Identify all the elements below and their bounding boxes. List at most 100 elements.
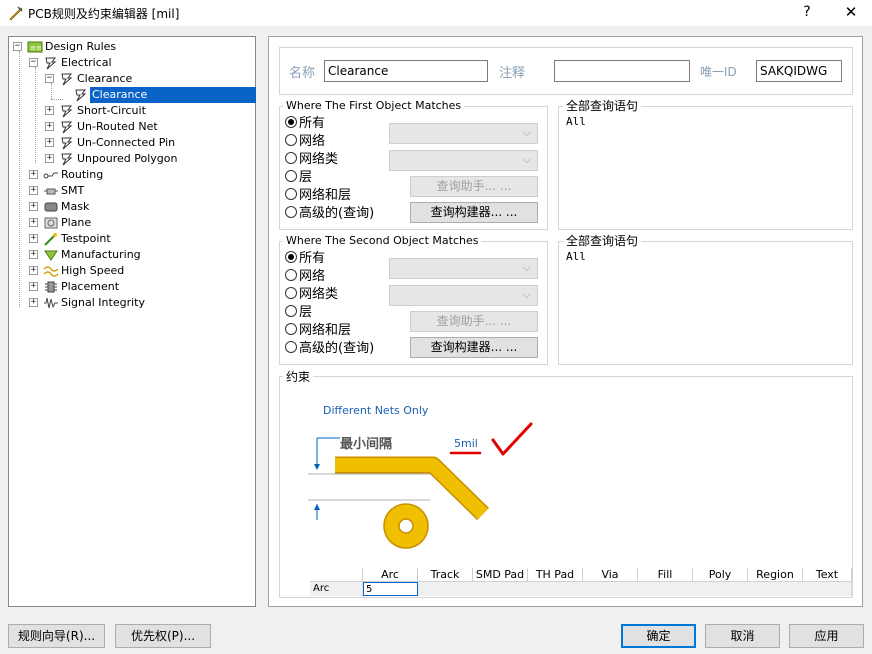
clearance-matrix[interactable]: Arc Track SMD Pad TH Pad Via Fill Poly R… [310, 568, 852, 596]
radio-checked-icon [285, 251, 297, 263]
collapse-icon[interactable]: − [45, 74, 54, 83]
radio-icon [285, 269, 297, 281]
second-match-title: Where The Second Object Matches [283, 234, 482, 247]
tree-label: Testpoint [61, 232, 111, 245]
second-radio-net-and-layer[interactable]: 网络和层 [285, 322, 351, 340]
priorities-button[interactable]: 优先权(P)... [115, 624, 211, 648]
min-clearance-label: 最小间隔 [340, 437, 393, 452]
first-query-builder-button[interactable]: 查询构建器... ... [410, 202, 538, 223]
unique-id-field[interactable]: SAKQIDWG [756, 60, 842, 82]
first-radio-net-class[interactable]: 网络类 [285, 151, 338, 169]
second-query-text: All [566, 250, 586, 263]
expand-icon[interactable]: + [29, 266, 38, 275]
unrouted-net-icon [59, 120, 75, 134]
first-net-class-combo[interactable]: ⌵ [389, 150, 538, 171]
radio-icon [285, 206, 297, 218]
expand-icon[interactable]: + [45, 122, 54, 131]
grid-header-th-pad: TH Pad [528, 568, 583, 582]
grid-header-poly: Poly [693, 568, 748, 582]
tree-label: Routing [61, 168, 104, 181]
collapse-icon[interactable]: − [13, 42, 22, 51]
tree-label: Placement [61, 280, 120, 293]
short-circuit-icon [59, 104, 75, 118]
first-radio-all[interactable]: 所有 [285, 115, 325, 133]
radio-icon [285, 134, 297, 146]
expand-icon[interactable]: + [29, 234, 38, 243]
second-radio-net-class[interactable]: 网络类 [285, 286, 338, 304]
second-query-helper-button[interactable]: 查询助手... ... [410, 311, 538, 332]
grid-header-region: Region [748, 568, 803, 582]
collapse-icon[interactable]: − [29, 58, 38, 67]
second-radio-all[interactable]: 所有 [285, 250, 325, 268]
first-radio-net-and-layer[interactable]: 网络和层 [285, 187, 351, 205]
tree-label: Manufacturing [61, 248, 141, 261]
expand-icon[interactable]: + [29, 282, 38, 291]
second-net-combo[interactable]: ⌵ [389, 258, 538, 279]
clearance-icon [59, 72, 75, 86]
rule-tree[interactable]: − ≡≡ Design Rules − Electrical − Clearan… [8, 36, 256, 607]
rule-wizard-button[interactable]: 规则向导(R)... [8, 624, 105, 648]
expand-icon[interactable]: + [29, 218, 38, 227]
expand-icon[interactable]: + [45, 154, 54, 163]
first-radio-net[interactable]: 网络 [285, 133, 325, 151]
radio-icon [285, 305, 297, 317]
second-radio-advanced[interactable]: 高级的(查询) [285, 340, 374, 358]
grid-row-label: Arc [310, 582, 363, 596]
radio-icon [285, 188, 297, 200]
radio-icon [285, 287, 297, 299]
tree-label: Electrical [61, 56, 112, 69]
window-title: PCB规则及约束编辑器 [mil] [28, 7, 180, 21]
tree-label: Unpoured Polygon [77, 152, 178, 165]
cancel-button[interactable]: 取消 [705, 624, 780, 648]
second-radio-net[interactable]: 网络 [285, 268, 325, 286]
expand-icon[interactable]: + [29, 250, 38, 259]
second-radio-layer[interactable]: 层 [285, 304, 312, 322]
chevron-down-icon: ⌵ [522, 153, 531, 166]
expand-icon[interactable]: + [45, 138, 54, 147]
tree-label: SMT [61, 184, 85, 197]
expand-icon[interactable]: + [29, 202, 38, 211]
first-net-combo[interactable]: ⌵ [389, 123, 538, 144]
grid-cell-arc-arc[interactable]: 5 [363, 582, 418, 596]
second-query-title: 全部查询语句 [563, 232, 642, 249]
help-button[interactable]: ? [796, 2, 818, 22]
expand-icon[interactable]: + [29, 298, 38, 307]
grid-header-text: Text [803, 568, 852, 582]
tree-label: Clearance [77, 72, 133, 85]
app-icon [8, 5, 24, 21]
first-radio-advanced[interactable]: 高级的(查询) [285, 205, 374, 223]
title-bar: PCB规则及约束编辑器 [mil] ? ✕ [0, 0, 872, 26]
second-query-builder-button[interactable]: 查询构建器... ... [410, 337, 538, 358]
first-radio-layer[interactable]: 层 [285, 169, 312, 187]
tree-label: Un-Routed Net [77, 120, 158, 133]
name-label: 名称 [289, 66, 316, 81]
expand-icon[interactable]: + [29, 186, 38, 195]
tree-label: Mask [61, 200, 90, 213]
min-clearance-value[interactable]: 5mil [454, 437, 478, 450]
expand-icon[interactable]: + [45, 106, 54, 115]
chevron-down-icon: ⌵ [522, 288, 531, 301]
grid-row-empty [418, 582, 852, 596]
grid-header-track: Track [418, 568, 473, 582]
second-net-class-combo[interactable]: ⌵ [389, 285, 538, 306]
unique-id-label: 唯一ID [700, 65, 737, 79]
unconnected-pin-icon [59, 136, 75, 150]
tree-label: Design Rules [45, 40, 117, 53]
high-speed-icon [43, 264, 59, 278]
name-field[interactable]: Clearance [324, 60, 488, 82]
manufacturing-icon [43, 248, 59, 262]
radio-icon [285, 170, 297, 182]
ok-button[interactable]: 确定 [621, 624, 696, 648]
second-query-group [558, 241, 853, 365]
apply-button[interactable]: 应用 [789, 624, 864, 648]
first-query-helper-button[interactable]: 查询助手... ... [410, 176, 538, 197]
close-button[interactable]: ✕ [836, 2, 866, 22]
expand-icon[interactable]: + [29, 170, 38, 179]
radio-icon [285, 152, 297, 164]
net-scope-dropdown[interactable]: Different Nets Only [323, 404, 428, 417]
svg-text:≡≡: ≡≡ [30, 44, 42, 52]
radio-icon [285, 341, 297, 353]
grid-corner [310, 568, 363, 582]
chevron-down-icon: ⌵ [522, 261, 531, 274]
comment-field[interactable] [554, 60, 690, 82]
